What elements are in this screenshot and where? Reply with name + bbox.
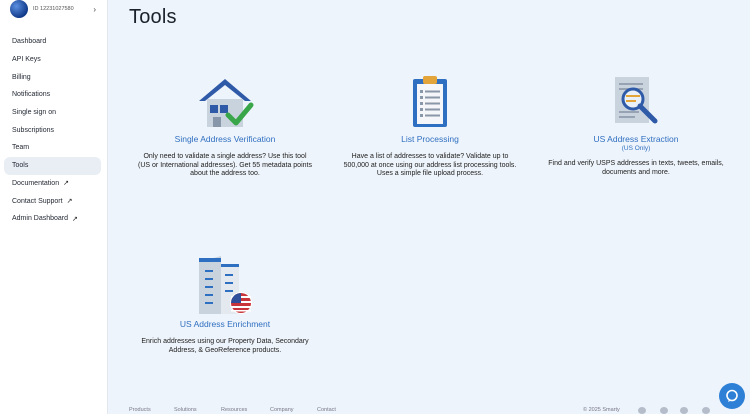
document-magnifier-icon [615, 77, 658, 124]
sidebar-item-label: Admin Dashboard [12, 215, 69, 223]
card-description: Find and verify USPS addresses in texts,… [548, 160, 724, 176]
sidebar-item-label: Team [12, 144, 30, 152]
tool-card-list-processing[interactable]: List Processing Have a list of addresses… [341, 75, 519, 179]
github-icon[interactable] [660, 407, 668, 414]
house-check-icon [199, 79, 254, 127]
sidebar-item-dashboard[interactable]: Dashboard [4, 33, 101, 51]
sidebar-item-billing[interactable]: Billing [4, 68, 101, 86]
tool-card-us-address-enrichment[interactable]: US Address Enrichment Enrich addresses u… [135, 252, 315, 355]
card-title: US Address Enrichment [179, 319, 271, 329]
main-content: Tools Single Address Verification Only n… [109, 0, 750, 414]
footer-link-company[interactable]: Company [270, 407, 294, 413]
help-chat-button[interactable] [719, 383, 745, 409]
card-title: Single Address Verification [174, 134, 276, 144]
footer-link-resources[interactable]: Resources [221, 407, 247, 413]
card-description: Have a list of addresses to validate? Va… [343, 153, 517, 177]
sidebar-item-label: Tools [12, 162, 29, 170]
sidebar-item-label: API Keys [12, 56, 41, 64]
footer-link-solutions[interactable]: Solutions [174, 407, 197, 413]
sidebar-item-label: Notifications [12, 91, 51, 99]
sidebar-item-label: Single sign on [12, 109, 56, 117]
sidebar-item-documentation[interactable]: Documentation ↗ [4, 175, 101, 193]
footer: Products Solutions Resources Company Con… [129, 407, 744, 414]
facebook-icon[interactable] [680, 407, 688, 414]
sidebar-item-label: Billing [12, 73, 31, 81]
buildings-flag-icon [199, 256, 252, 314]
card-description: Enrich addresses using our Property Data… [141, 338, 309, 354]
sidebar-item-team[interactable]: Team [4, 139, 101, 157]
sidebar-item-contact-support[interactable]: Contact Support ↗ [4, 192, 101, 210]
clipboard-icon [413, 76, 447, 127]
card-subtitle: (US Only) [621, 145, 651, 152]
external-link-icon: ↗ [66, 198, 73, 206]
external-link-icon: ↗ [63, 180, 69, 188]
copyright: © 2025 Smarty [583, 407, 620, 413]
card-title: US Address Extraction [593, 134, 679, 144]
sidebar-item-single-sign-on[interactable]: Single sign on [4, 104, 101, 122]
sidebar-item-label: Documentation [12, 179, 60, 187]
sidebar-item-label: Dashboard [12, 38, 47, 46]
sidebar-item-label: Contact Support [12, 197, 63, 205]
chevron-right-icon: › [93, 4, 96, 14]
chat-bubble-icon [726, 389, 738, 402]
youtube-icon[interactable] [702, 407, 710, 414]
sidebar: ID 12231027580 › Dashboard API Keys Bill… [0, 0, 108, 414]
sidebar-item-label: Subscriptions [12, 126, 55, 134]
card-description: Only need to validate a single address? … [138, 153, 312, 177]
sidebar-item-tools[interactable]: Tools [4, 156, 101, 175]
external-link-icon: ↗ [72, 215, 78, 223]
tool-card-us-address-extraction[interactable]: US Address Extraction (US Only) Find and… [541, 75, 731, 177]
sidebar-item-subscriptions[interactable]: Subscriptions [4, 121, 101, 139]
sidebar-item-notifications[interactable]: Notifications [4, 86, 101, 104]
email-icon[interactable] [638, 407, 646, 414]
sidebar-item-admin-dashboard[interactable]: Admin Dashboard ↗ [4, 210, 101, 228]
sidebar-nav: Dashboard API Keys Billing Notifications… [4, 33, 101, 228]
account-avatar [10, 0, 28, 18]
footer-link-contact[interactable]: Contact [317, 407, 336, 413]
page-title: Tools [129, 6, 177, 28]
tool-card-single-address-verification[interactable]: Single Address Verification Only need to… [137, 75, 313, 179]
account-id: ID 12231027580 [33, 6, 74, 12]
account-switcher[interactable]: ID 12231027580 › [10, 0, 102, 18]
card-title: List Processing [401, 134, 459, 144]
sidebar-item-api-keys[interactable]: API Keys [4, 51, 101, 69]
footer-link-products[interactable]: Products [129, 407, 151, 413]
